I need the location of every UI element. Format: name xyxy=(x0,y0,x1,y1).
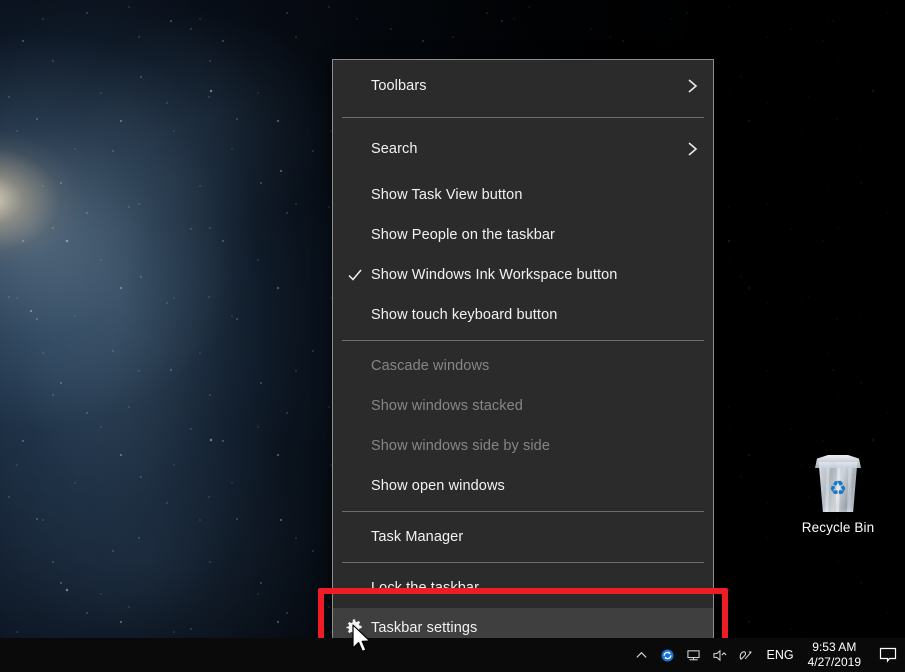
menu-item-show-windows-stacked: Show windows stacked xyxy=(333,386,713,426)
menu-item-label: Taskbar settings xyxy=(371,620,478,636)
desktop-icon-label: Recycle Bin xyxy=(801,520,875,535)
menu-separator xyxy=(342,511,704,512)
menu-item-label: Toolbars xyxy=(371,78,427,94)
menu-item-label: Show windows stacked xyxy=(371,398,523,414)
menu-item-label: Task Manager xyxy=(371,529,464,545)
chevron-right-icon xyxy=(687,140,699,158)
menu-item-label: Show touch keyboard button xyxy=(371,307,558,323)
clock-time: 9:53 AM xyxy=(812,640,857,654)
menu-separator xyxy=(342,340,704,341)
desktop-screen: ♻ Recycle Bin Toolbars Search Show Task … xyxy=(0,0,905,672)
gear-icon xyxy=(345,619,363,637)
recycle-bin-lid xyxy=(815,455,861,468)
chevron-right-icon xyxy=(687,77,699,95)
language-indicator[interactable]: ENG xyxy=(759,638,802,672)
menu-item-show-open-windows[interactable]: Show open windows xyxy=(333,466,713,506)
menu-item-show-windows-side-by-side: Show windows side by side xyxy=(333,426,713,466)
menu-item-label: Lock the taskbar xyxy=(371,580,479,596)
menu-item-label: Show People on the taskbar xyxy=(371,227,555,243)
menu-item-toolbars[interactable]: Toolbars xyxy=(333,60,713,112)
windows-ink-icon[interactable] xyxy=(733,638,759,672)
menu-item-lock-the-taskbar[interactable]: Lock the taskbar xyxy=(333,568,713,608)
menu-item-show-windows-ink-workspace-button[interactable]: Show Windows Ink Workspace button xyxy=(333,255,713,295)
menu-item-show-task-view-button[interactable]: Show Task View button xyxy=(333,175,713,215)
recycle-symbol-icon: ♻ xyxy=(829,478,847,500)
menu-item-label: Show Task View button xyxy=(371,187,523,203)
menu-item-label: Show open windows xyxy=(371,478,505,494)
menu-item-show-people-on-the-taskbar[interactable]: Show People on the taskbar xyxy=(333,215,713,255)
network-icon[interactable] xyxy=(681,638,707,672)
menu-item-task-manager[interactable]: Task Manager xyxy=(333,517,713,557)
onedrive-sync-icon[interactable] xyxy=(655,638,681,672)
taskbar-clock[interactable]: 9:53 AM 4/27/2019 xyxy=(802,640,871,670)
check-icon xyxy=(347,267,363,283)
menu-item-search[interactable]: Search xyxy=(333,123,713,175)
menu-item-label: Cascade windows xyxy=(371,358,490,374)
menu-item-label: Show windows side by side xyxy=(371,438,551,454)
desktop-icon-recycle-bin[interactable]: ♻ Recycle Bin xyxy=(786,452,890,535)
action-center-icon[interactable] xyxy=(871,638,905,672)
system-tray[interactable]: ENG 9:53 AM 4/27/2019 xyxy=(629,638,905,672)
recycle-bin-icon: ♻ xyxy=(810,452,866,514)
menu-separator xyxy=(342,562,704,563)
menu-item-label: Show Windows Ink Workspace button xyxy=(371,267,618,283)
menu-item-label: Search xyxy=(371,141,418,157)
show-hidden-icons-icon[interactable] xyxy=(629,638,655,672)
taskbar[interactable]: ENG 9:53 AM 4/27/2019 xyxy=(0,638,905,672)
volume-icon[interactable] xyxy=(707,638,733,672)
clock-date: 4/27/2019 xyxy=(807,655,861,669)
menu-separator xyxy=(342,117,704,118)
menu-item-show-touch-keyboard-button[interactable]: Show touch keyboard button xyxy=(333,295,713,335)
menu-item-cascade-windows: Cascade windows xyxy=(333,346,713,386)
taskbar-context-menu[interactable]: Toolbars Search Show Task View button Sh… xyxy=(332,59,714,648)
